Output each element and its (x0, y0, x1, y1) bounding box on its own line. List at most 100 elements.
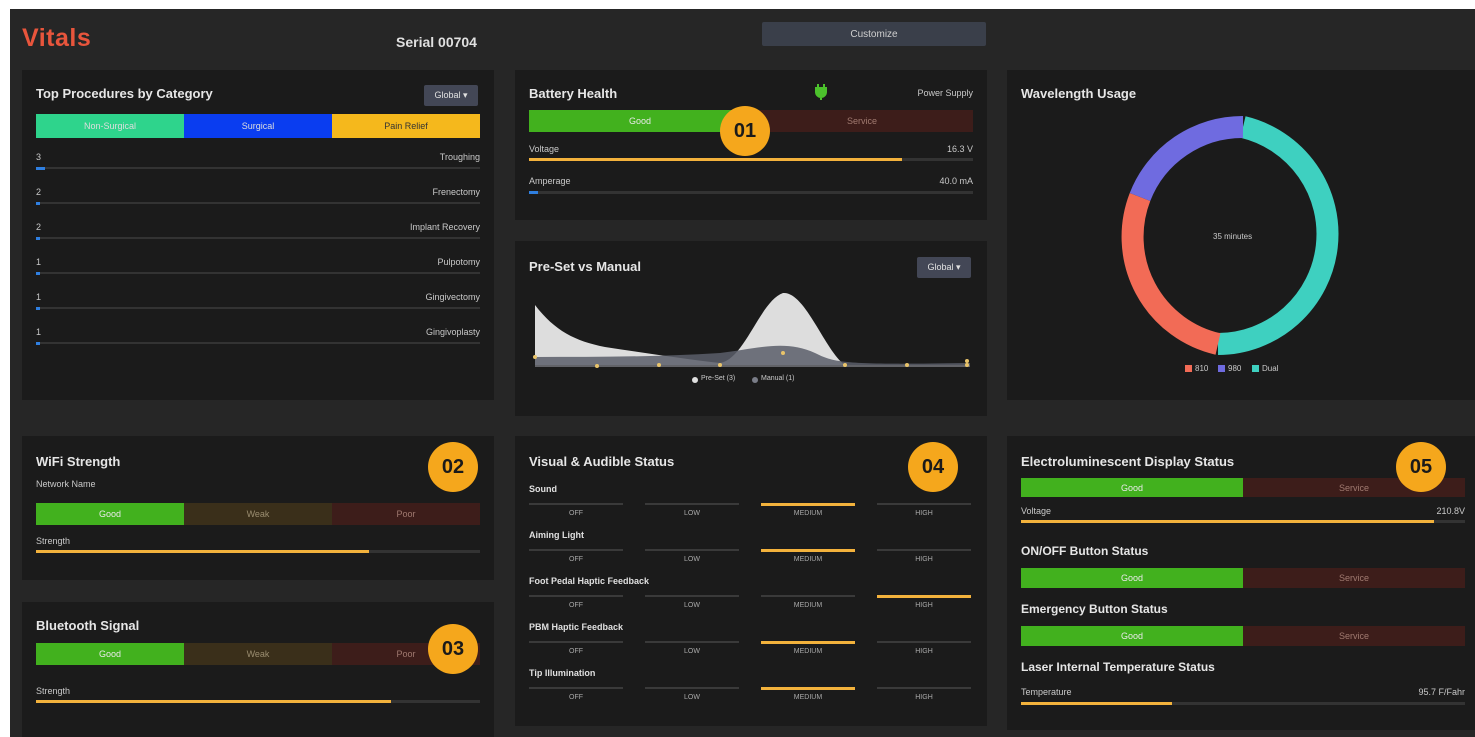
procedure-count: 2 (36, 222, 42, 232)
category-tabs: Non-Surgical Surgical Pain Relief (36, 114, 480, 138)
procedure-bar (36, 307, 480, 310)
temperature-fill (1021, 702, 1172, 705)
level-label: MEDIUM (793, 694, 823, 701)
laser-temp-title: Laser Internal Temperature Status (1021, 660, 1215, 674)
procedure-bar (36, 237, 480, 240)
emergency-good: Good (1021, 626, 1243, 646)
tab-pain-relief[interactable]: Pain Relief (332, 114, 480, 138)
top-procedures-panel: Top Procedures by Category Global ▾ Non-… (22, 70, 494, 400)
onoff-status-segment: Good Service (1021, 568, 1465, 588)
bluetooth-weak: Weak (184, 643, 332, 665)
preset-legend-preset: Pre-Set (3) (701, 375, 736, 382)
el-good: Good (1021, 478, 1243, 497)
emergency-service: Service (1243, 626, 1465, 646)
level-bar[interactable] (529, 687, 623, 689)
visual-row-label: PBM Haptic Feedback (529, 622, 624, 632)
callout-badge-02: 02 (428, 442, 478, 492)
voltage-value: 16.3 V (946, 144, 973, 154)
level-bar[interactable] (877, 549, 971, 551)
bluetooth-panel: Bluetooth Signal Good Weak Poor Strength (22, 602, 494, 737)
amperage-label: Amperage (529, 176, 571, 186)
level-label: OFF (569, 648, 583, 655)
procedure-bar (36, 202, 480, 205)
level-label: LOW (684, 648, 700, 655)
wifi-panel: WiFi Strength Network Name Good Weak Poo… (22, 436, 494, 580)
preset-legend-manual: Manual (1) (761, 375, 795, 382)
level-selected-bar[interactable] (761, 687, 855, 690)
level-bar[interactable] (529, 549, 623, 551)
battery-good: Good (529, 110, 751, 132)
level-bar[interactable] (529, 595, 623, 597)
serial-number: Serial 00704 (396, 34, 477, 50)
visual-audible-title: Visual & Audible Status (529, 454, 675, 469)
customize-button[interactable]: Customize (762, 22, 986, 46)
level-bar[interactable] (761, 595, 855, 597)
wifi-strength-label: Strength (36, 536, 71, 546)
level-bar[interactable] (529, 641, 623, 643)
level-label: OFF (569, 556, 583, 563)
preset-manual-chart (533, 292, 970, 383)
callout-badge-04: 04 (908, 442, 958, 492)
el-voltage-label: Voltage (1021, 506, 1052, 516)
level-bar[interactable] (645, 687, 739, 689)
procedure-count: 3 (36, 152, 42, 162)
wifi-good: Good (36, 503, 184, 525)
wifi-weak: Weak (184, 503, 332, 525)
el-voltage-fill (1021, 520, 1434, 523)
tab-surgical[interactable]: Surgical (184, 114, 332, 138)
level-bar[interactable] (645, 641, 739, 643)
voltage-fill (529, 158, 902, 161)
bluetooth-strength-bar (36, 700, 480, 703)
level-label: HIGH (915, 602, 933, 609)
level-bar[interactable] (877, 687, 971, 689)
level-label: OFF (569, 510, 583, 517)
procedure-bar (36, 342, 480, 345)
level-bar[interactable] (877, 641, 971, 643)
onoff-title: ON/OFF Button Status (1021, 544, 1149, 558)
level-bar[interactable] (529, 503, 623, 505)
level-bar[interactable] (645, 595, 739, 597)
level-selected-bar[interactable] (761, 503, 855, 506)
tab-non-surgical[interactable]: Non-Surgical (36, 114, 184, 138)
level-label: MEDIUM (793, 602, 823, 609)
power-supply-label: Power Supply (917, 88, 973, 98)
level-bar[interactable] (645, 503, 739, 505)
el-voltage-value: 210.8V (1436, 506, 1465, 516)
bluetooth-strength-fill (36, 700, 392, 703)
procedure-bar (36, 272, 480, 275)
wifi-strength-bar (36, 550, 480, 553)
level-selected-bar[interactable] (877, 595, 971, 598)
level-label: OFF (569, 694, 583, 701)
level-bar[interactable] (645, 549, 739, 551)
bluetooth-title: Bluetooth Signal (36, 618, 140, 633)
app-title: Vitals (22, 24, 92, 52)
top-procedures-title: Top Procedures by Category (36, 86, 213, 101)
battery-health-title: Battery Health (529, 86, 618, 101)
wifi-strength-fill (36, 550, 369, 553)
network-name-label: Network Name (36, 479, 96, 489)
level-label: OFF (569, 602, 583, 609)
procedure-bar-fill (36, 272, 40, 275)
wifi-poor: Poor (332, 503, 480, 525)
el-voltage-bar (1021, 520, 1465, 523)
procedure-bar-fill (36, 167, 45, 170)
level-bar[interactable] (877, 503, 971, 505)
callout-badge-03: 03 (428, 624, 478, 674)
level-selected-bar[interactable] (761, 641, 855, 644)
procedure-bar-fill (36, 307, 40, 310)
bluetooth-strength-label: Strength (36, 686, 71, 696)
temperature-bar (1021, 702, 1465, 705)
level-label: HIGH (915, 648, 933, 655)
level-label: LOW (684, 510, 700, 517)
wifi-title: WiFi Strength (36, 454, 121, 469)
procedure-name: Troughing (439, 152, 480, 162)
temperature-label: Temperature (1021, 687, 1072, 697)
level-label: MEDIUM (793, 556, 823, 563)
procedure-bar (36, 167, 480, 170)
bluetooth-good: Good (36, 643, 184, 665)
emergency-title: Emergency Button Status (1021, 602, 1168, 616)
top-procedures-filter[interactable]: Global ▾ (424, 85, 478, 106)
level-selected-bar[interactable] (761, 549, 855, 552)
legend-980: 980 (1228, 364, 1242, 373)
plug-icon (815, 84, 827, 105)
